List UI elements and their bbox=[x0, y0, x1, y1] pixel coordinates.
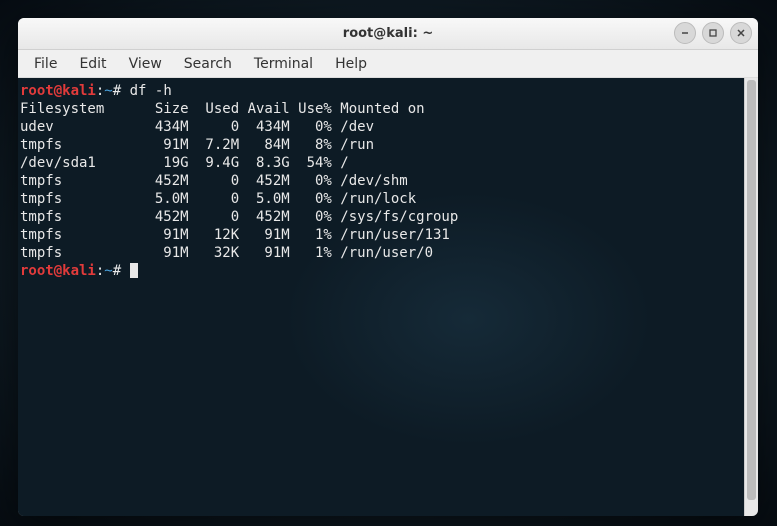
prompt-user: root@kali bbox=[20, 263, 96, 279]
menu-edit[interactable]: Edit bbox=[69, 53, 116, 75]
menu-file[interactable]: File bbox=[24, 53, 67, 75]
close-button[interactable] bbox=[730, 22, 752, 44]
menu-search[interactable]: Search bbox=[174, 53, 242, 75]
menubar: File Edit View Search Terminal Help bbox=[18, 50, 758, 78]
output-row: tmpfs 91M 12K 91M 1% /run/user/131 bbox=[20, 227, 450, 243]
maximize-button[interactable] bbox=[702, 22, 724, 44]
terminal[interactable]: root@kali:~# df -h Filesystem Size Used … bbox=[18, 78, 744, 516]
menu-view[interactable]: View bbox=[119, 53, 172, 75]
scrollbar[interactable] bbox=[744, 78, 758, 516]
prompt-user: root@kali bbox=[20, 83, 96, 99]
scrollbar-thumb[interactable] bbox=[747, 80, 756, 500]
cursor bbox=[130, 263, 138, 278]
minimize-button[interactable] bbox=[674, 22, 696, 44]
command-text: df -h bbox=[130, 83, 172, 99]
output-row: tmpfs 91M 32K 91M 1% /run/user/0 bbox=[20, 245, 433, 261]
minimize-icon bbox=[680, 28, 690, 38]
output-row: /dev/sda1 19G 9.4G 8.3G 54% / bbox=[20, 155, 349, 171]
prompt-path: ~ bbox=[104, 263, 112, 279]
maximize-icon bbox=[708, 28, 718, 38]
output-row: tmpfs 5.0M 0 5.0M 0% /run/lock bbox=[20, 191, 416, 207]
prompt-path: ~ bbox=[104, 83, 112, 99]
output-row: tmpfs 91M 7.2M 84M 8% /run bbox=[20, 137, 374, 153]
prompt-char: # bbox=[113, 83, 121, 99]
window-controls bbox=[674, 22, 752, 44]
terminal-area: root@kali:~# df -h Filesystem Size Used … bbox=[18, 78, 758, 516]
window-title: root@kali: ~ bbox=[343, 26, 433, 41]
menu-terminal[interactable]: Terminal bbox=[244, 53, 323, 75]
output-row: tmpfs 452M 0 452M 0% /dev/shm bbox=[20, 173, 408, 189]
titlebar[interactable]: root@kali: ~ bbox=[18, 18, 758, 50]
output-row: tmpfs 452M 0 452M 0% /sys/fs/cgroup bbox=[20, 209, 458, 225]
close-icon bbox=[736, 28, 746, 38]
terminal-window: root@kali: ~ File Edit View Search Termi… bbox=[18, 18, 758, 516]
prompt-char: # bbox=[113, 263, 121, 279]
output-header: Filesystem Size Used Avail Use% Mounted … bbox=[20, 101, 425, 117]
output-row: udev 434M 0 434M 0% /dev bbox=[20, 119, 374, 135]
menu-help[interactable]: Help bbox=[325, 53, 377, 75]
